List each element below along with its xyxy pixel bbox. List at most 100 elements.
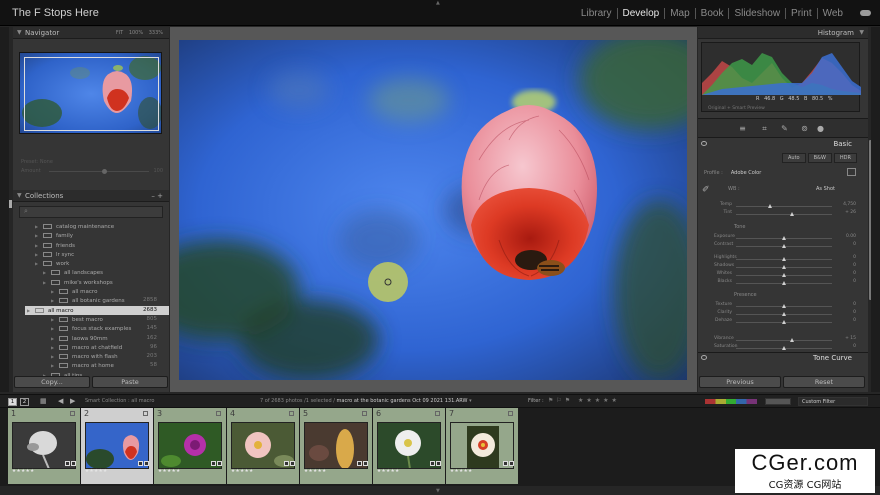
navigator-view-rectangle[interactable] bbox=[24, 57, 159, 131]
custom-filter-select[interactable]: Custom Filter bbox=[798, 397, 868, 406]
navigator-zooms[interactable]: FIT 100% 333% bbox=[116, 27, 163, 39]
collections-search-input[interactable]: ⌕ bbox=[19, 206, 163, 218]
slider-knob[interactable] bbox=[782, 273, 786, 277]
tone-curve-header[interactable]: Tone Curve bbox=[698, 352, 868, 362]
slider-value[interactable]: + 26 bbox=[836, 210, 856, 215]
slider-shadows[interactable]: Shadows 0 bbox=[698, 263, 868, 271]
slider-knob[interactable] bbox=[782, 257, 786, 261]
slider-temp[interactable]: Temp 4,750 bbox=[698, 202, 868, 210]
rating-stars[interactable]: ★★★★★ bbox=[231, 469, 254, 474]
disclosure-triangle-icon[interactable]: ▶ bbox=[51, 343, 59, 352]
slider-value[interactable]: 0.00 bbox=[836, 234, 856, 239]
rating-stars[interactable]: ★★★★★ bbox=[158, 469, 181, 474]
slider-contrast[interactable]: Contrast 0 bbox=[698, 242, 868, 250]
slider-knob[interactable] bbox=[767, 204, 772, 208]
slider-value[interactable]: 0 bbox=[836, 255, 856, 260]
amount-slider[interactable] bbox=[49, 169, 149, 174]
collection-item[interactable]: ▶ catalog maintenance bbox=[27, 222, 169, 231]
slider-value[interactable]: 0 bbox=[836, 279, 856, 284]
disclosure-triangle-icon[interactable]: ▶ bbox=[51, 296, 59, 305]
filmstrip-source[interactable]: Smart Collection : all macro bbox=[85, 398, 154, 404]
disclosure-triangle-icon[interactable]: ▶ bbox=[27, 306, 35, 315]
slider-blacks[interactable]: Blacks 0 bbox=[698, 279, 868, 287]
slider-vibrance[interactable]: Vibrance + 15 bbox=[698, 336, 868, 344]
slider-knob[interactable] bbox=[782, 312, 786, 316]
cloud-icon[interactable] bbox=[860, 10, 871, 16]
slider-track[interactable] bbox=[736, 340, 832, 341]
slider-clarity[interactable]: Clarity 0 bbox=[698, 310, 868, 318]
slider-knob[interactable] bbox=[782, 244, 786, 248]
filter-toggle[interactable] bbox=[765, 398, 791, 405]
collection-item[interactable]: ▶ macro at home 58 bbox=[27, 361, 169, 370]
filmstrip-cell[interactable]: 7 ★★★★★ bbox=[446, 408, 518, 484]
disclosure-triangle-icon[interactable]: ▶ bbox=[35, 241, 43, 250]
disclosure-triangle-icon[interactable]: ▶ bbox=[43, 278, 51, 287]
white-balance-dropper-icon[interactable]: ✐ bbox=[702, 185, 712, 195]
view-1-button[interactable]: 1 bbox=[8, 398, 17, 406]
reset-button[interactable]: Reset bbox=[783, 376, 865, 388]
collection-item[interactable]: ▶ best macro 805 bbox=[27, 315, 169, 324]
slider-track[interactable] bbox=[736, 206, 832, 207]
collection-item[interactable]: ▶ mike's workshops bbox=[27, 278, 169, 287]
filmstrip-cell[interactable]: 6 ★★★★★ bbox=[373, 408, 445, 484]
filmstrip-cell[interactable]: 4 ★★★★★ bbox=[227, 408, 299, 484]
module-print[interactable]: Print bbox=[786, 8, 818, 19]
collection-item[interactable]: ▶ focus stack examples 145 bbox=[27, 324, 169, 333]
add-collection-icon[interactable]: – + bbox=[151, 190, 163, 202]
slider-knob[interactable] bbox=[782, 236, 786, 240]
main-photo[interactable] bbox=[179, 40, 687, 380]
collection-item[interactable]: ▶ all macro 2683 bbox=[25, 305, 169, 315]
wb-value[interactable]: As Shot bbox=[816, 186, 835, 192]
filmstrip-cell[interactable]: 5 ★★★★★ bbox=[300, 408, 372, 484]
slider-value[interactable]: 0 bbox=[836, 310, 856, 315]
auto-button[interactable]: Auto bbox=[782, 153, 806, 163]
filmstrip-cell[interactable]: 2 ★★★★★ bbox=[81, 408, 153, 484]
slider-texture[interactable]: Texture 0 bbox=[698, 302, 868, 310]
basic-panel-header[interactable]: Basic bbox=[698, 139, 868, 149]
collections-header[interactable]: ▼ Collections – + bbox=[13, 190, 169, 202]
slider-knob[interactable] bbox=[782, 346, 786, 350]
color-label-filter[interactable] bbox=[705, 399, 757, 404]
disclosure-triangle-icon[interactable]: ▶ bbox=[35, 259, 43, 268]
copy-button[interactable]: Copy... bbox=[14, 376, 90, 388]
slider-value[interactable]: 0 bbox=[836, 318, 856, 323]
left-panel-scrollbar[interactable] bbox=[9, 200, 12, 208]
view-2-button[interactable]: 2 bbox=[20, 398, 29, 406]
slider-dehaze[interactable]: Dehaze 0 bbox=[698, 318, 868, 326]
navigator-header[interactable]: ▼ Navigator FIT 100% 333% bbox=[13, 27, 169, 39]
collection-item[interactable]: ▶ laowa 90mm 162 bbox=[27, 334, 169, 343]
collapse-bottom-arrow-icon[interactable]: ▼ bbox=[436, 488, 440, 494]
slider-value[interactable]: 0 bbox=[836, 242, 856, 247]
navigator-preview[interactable] bbox=[19, 52, 162, 134]
slider-highlights[interactable]: Highlights 0 bbox=[698, 255, 868, 263]
profile-browser-icon[interactable] bbox=[847, 168, 856, 176]
grid-icon[interactable]: ▦ bbox=[40, 397, 47, 405]
rating-stars[interactable]: ★★★★★ bbox=[377, 469, 400, 474]
rating-stars[interactable]: ★★★★★ bbox=[85, 469, 108, 474]
rating-stars[interactable]: ★★★★★ bbox=[304, 469, 327, 474]
collection-item[interactable]: ▶ macro at chatfield 96 bbox=[27, 343, 169, 352]
masking-icon[interactable]: ● bbox=[816, 124, 825, 133]
profile-value[interactable]: Adobe Color bbox=[731, 170, 761, 176]
slider-exposure[interactable]: Exposure 0.00 bbox=[698, 234, 868, 242]
disclosure-triangle-icon[interactable]: ▶ bbox=[51, 287, 59, 296]
hdr-button[interactable]: HDR bbox=[833, 153, 857, 163]
bw-button[interactable]: B&W bbox=[807, 153, 832, 163]
healing-icon[interactable]: ✎ bbox=[780, 124, 789, 133]
slider-value[interactable]: 0 bbox=[836, 271, 856, 276]
slider-whites[interactable]: Whites 0 bbox=[698, 271, 868, 279]
slider-saturation[interactable]: Saturation 0 bbox=[698, 344, 868, 352]
slider-tint[interactable]: Tint + 26 bbox=[698, 210, 868, 218]
disclosure-triangle-icon[interactable]: ▶ bbox=[35, 222, 43, 231]
module-develop[interactable]: Develop bbox=[618, 8, 666, 19]
disclosure-triangle-icon[interactable]: ▶ bbox=[43, 268, 51, 277]
paste-button[interactable]: Paste bbox=[92, 376, 168, 388]
rating-stars[interactable]: ★★★★★ bbox=[12, 469, 35, 474]
right-edge-strip[interactable] bbox=[871, 27, 880, 392]
slider-knob[interactable] bbox=[789, 338, 794, 342]
slider-knob[interactable] bbox=[789, 212, 794, 216]
filmstrip-cell[interactable]: 3 ★★★★★ bbox=[154, 408, 226, 484]
previous-button[interactable]: Previous bbox=[699, 376, 781, 388]
module-slideshow[interactable]: Slideshow bbox=[729, 8, 787, 19]
collection-item[interactable]: ▶ family bbox=[27, 231, 169, 240]
